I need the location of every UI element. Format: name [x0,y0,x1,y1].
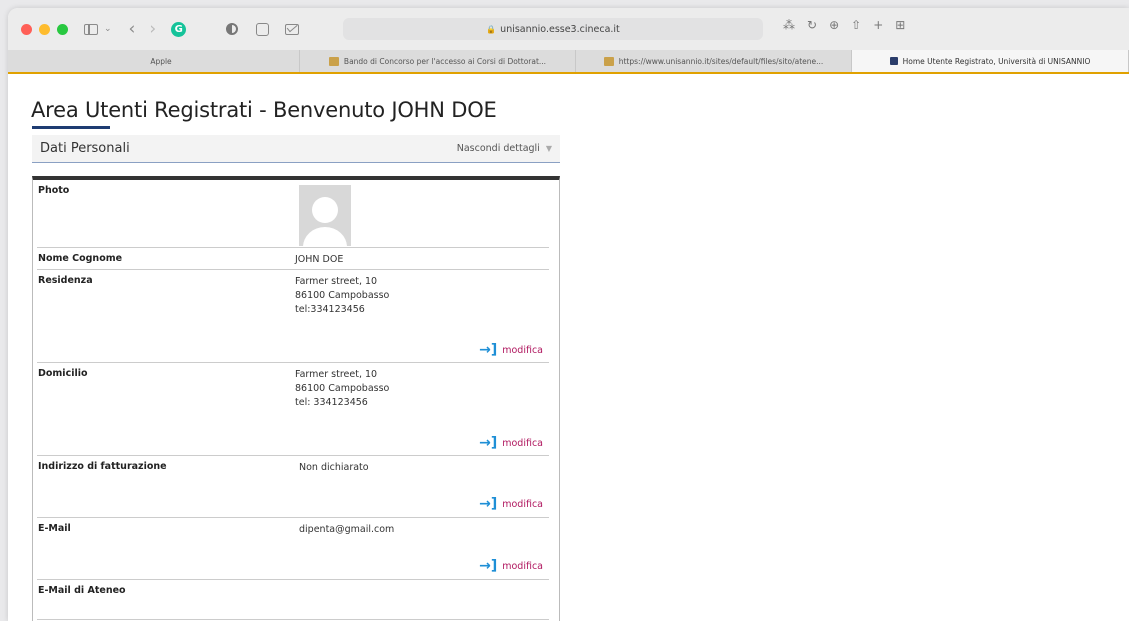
personal-data-panel: Photo Nome Cognome JOHN DOE Residenza Fa… [32,176,560,621]
university-favicon-icon [889,57,898,65]
action-label: modifica [502,437,543,449]
row-value: dipenta@gmail.com [299,524,395,535]
download-icon[interactable]: ⊕ [829,18,839,32]
address-bar[interactable]: 🔒 unisannio.esse3.cineca.it [343,18,763,40]
tab-overview-icon[interactable]: ⊞ [895,18,905,32]
row-label: Photo [38,185,70,196]
folder-favicon-icon [603,56,614,66]
tab-label: Bando di Concorso per l'accesso ai Corsi… [343,56,547,66]
action-label: modifica [502,560,543,572]
minimize-window-button[interactable] [39,23,50,35]
tab-label: Home Utente Registrato, Università di UN… [902,56,1091,66]
tab-home-utente[interactable]: Home Utente Registrato, Università di UN… [852,50,1129,72]
action-label: modifica [502,344,543,356]
tab-pinned[interactable] [8,50,18,72]
title-underline [32,126,110,129]
section-header-dati-personali: Dati Personali Nascondi dettagli ▼ [32,135,560,163]
row-label: Nome Cognome [38,253,123,264]
translate-icon[interactable]: ⁂ [783,18,795,32]
toggle-label: Nascondi dettagli [456,143,540,154]
share-icon[interactable]: ⇧ [851,18,861,32]
forward-arrow-icon[interactable]: › [149,19,156,39]
avatar-placeholder-icon [299,185,351,246]
hide-details-toggle[interactable]: Nascondi dettagli ▼ [457,143,552,154]
toolbar-right-icons: ⁂ ↻ ⊕ ⇧ + ⊞ [783,18,905,32]
edit-email-link[interactable]: →] modifica [479,558,543,574]
row-label: Indirizzo di fatturazione [38,461,167,472]
enter-icon: →] [479,496,498,512]
browser-toolbar: ⌄ ‹ › G 🔒 unisannio.esse3.cineca.it ⁂ ↻ … [8,8,1129,50]
lock-icon: 🔒 [486,24,497,34]
edit-domicilio-link[interactable]: →] modifica [479,435,543,451]
zoom-window-button[interactable] [57,23,68,35]
page-content: Area Utenti Registrati - Benvenuto JOHN … [8,76,1129,621]
row-domicilio: Domicilio Farmer street, 10 86100 Campob… [37,363,549,456]
row-residenza: Residenza Farmer street, 10 86100 Campob… [37,270,549,363]
privacy-extension-icon[interactable] [226,23,239,35]
row-nome-cognome: Nome Cognome JOHN DOE [37,248,549,270]
folder-favicon-icon [328,56,339,66]
enter-icon: →] [479,342,498,358]
row-value: Farmer street, 10 86100 Campobasso tel: … [295,369,390,408]
new-tab-icon[interactable]: + [873,18,883,32]
row-label: E-Mail [38,523,71,534]
window-controls [21,23,68,35]
reload-icon[interactable]: ↻ [807,18,817,32]
close-window-button[interactable] [21,23,32,35]
row-value: Non dichiarato [299,462,369,473]
action-label: modifica [502,498,543,510]
tab-apple[interactable]: Apple [18,50,300,72]
enter-icon: →] [479,435,498,451]
tab-label: Apple [150,56,172,66]
row-value: Farmer street, 10 86100 Campobasso tel:3… [295,276,390,315]
row-indirizzo-fatturazione: Indirizzo di fatturazione Non dichiarato… [37,456,549,518]
row-label: E-Mail di Ateneo [38,585,126,596]
section-title: Dati Personali [40,141,130,156]
row-email-ateneo: E-Mail di Ateneo [37,580,549,620]
row-value: JOHN DOE [295,254,344,265]
browser-window: ⌄ ‹ › G 🔒 unisannio.esse3.cineca.it ⁂ ↻ … [8,8,1129,621]
row-label: Residenza [38,275,93,286]
mail-extension-icon[interactable] [285,23,300,35]
chevron-down-icon[interactable]: ⌄ [104,19,112,39]
row-label: Domicilio [38,368,88,379]
page-title: Area Utenti Registrati - Benvenuto JOHN … [31,98,497,122]
tab-unisannio-pdf[interactable]: https://www.unisannio.it/sites/default/f… [576,50,852,72]
tab-bar: Apple Bando di Concorso per l'accesso ai… [8,50,1129,74]
tab-bando-concorso[interactable]: Bando di Concorso per l'accesso ai Corsi… [300,50,576,72]
printer-extension-icon[interactable] [256,22,270,36]
tab-label: https://www.unisannio.it/sites/default/f… [618,56,824,66]
enter-icon: →] [479,558,498,574]
caret-down-icon: ▼ [545,144,552,153]
row-photo: Photo [37,180,549,248]
back-arrow-icon[interactable]: ‹ [129,19,136,39]
edit-fatturazione-link[interactable]: →] modifica [479,496,543,512]
row-email: E-Mail dipenta@gmail.com →] modifica [37,518,549,580]
grammarly-extension-icon[interactable]: G [171,21,187,37]
sidebar-toggle-icon[interactable] [84,23,98,35]
address-text: unisannio.esse3.cineca.it [500,23,620,35]
edit-residenza-link[interactable]: →] modifica [479,342,543,358]
